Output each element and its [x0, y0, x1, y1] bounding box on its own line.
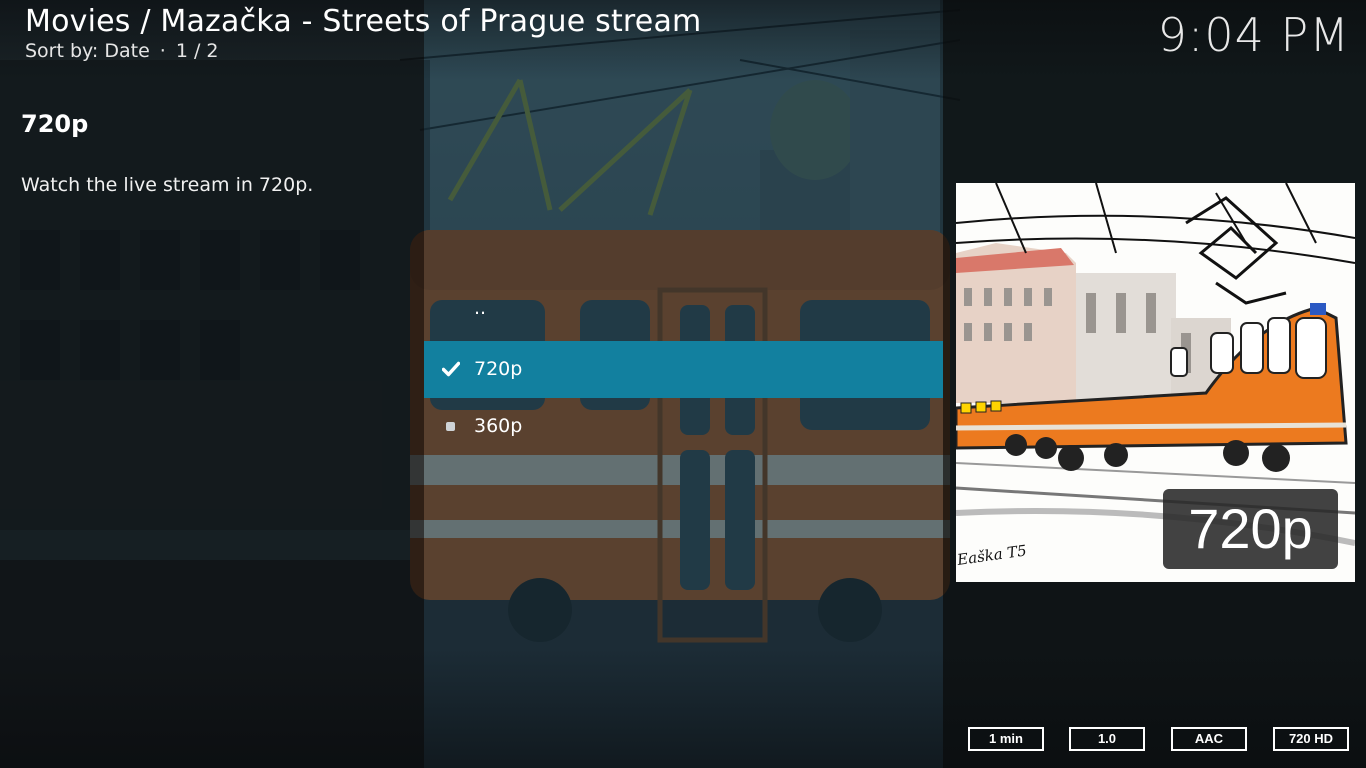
page-counter: 1 / 2	[175, 40, 219, 62]
sort-info: Sort by: Date · 1 / 2	[25, 40, 218, 62]
audio-codec-flag: AAC	[1171, 727, 1247, 751]
separator-dot: ·	[159, 40, 166, 62]
media-browser-window: Movies / Mazačka - Streets of Prague str…	[0, 0, 1366, 768]
poster-resolution-badge: 720p	[1163, 489, 1338, 569]
clock: 9:04 PM	[1157, 8, 1350, 62]
stream-list: .. 720p 360p	[424, 284, 943, 455]
list-item-label: 360p	[474, 415, 523, 437]
parent-folder-label: ..	[474, 297, 487, 319]
video-resolution-flag: 720 HD	[1273, 727, 1349, 751]
list-item-label: 720p	[474, 358, 523, 380]
bullet-icon	[446, 422, 455, 431]
check-icon	[442, 361, 460, 377]
rating-flag: 1.0	[1069, 727, 1145, 751]
list-item-parent-folder[interactable]: ..	[424, 284, 943, 341]
duration-flag: 1 min	[968, 727, 1044, 751]
sort-label[interactable]: Sort by: Date	[25, 40, 150, 62]
list-item-720p[interactable]: 720p	[424, 341, 943, 398]
list-item-360p[interactable]: 360p	[424, 398, 943, 455]
item-title: 720p	[21, 110, 89, 138]
item-description: Watch the live stream in 720p.	[21, 174, 314, 196]
breadcrumb-title: Movies / Mazačka - Streets of Prague str…	[25, 4, 702, 39]
poster-thumbnail: Eaška T5 720p	[956, 183, 1355, 582]
media-flags: 1 min 1.0 AAC 720 HD	[968, 727, 1350, 751]
